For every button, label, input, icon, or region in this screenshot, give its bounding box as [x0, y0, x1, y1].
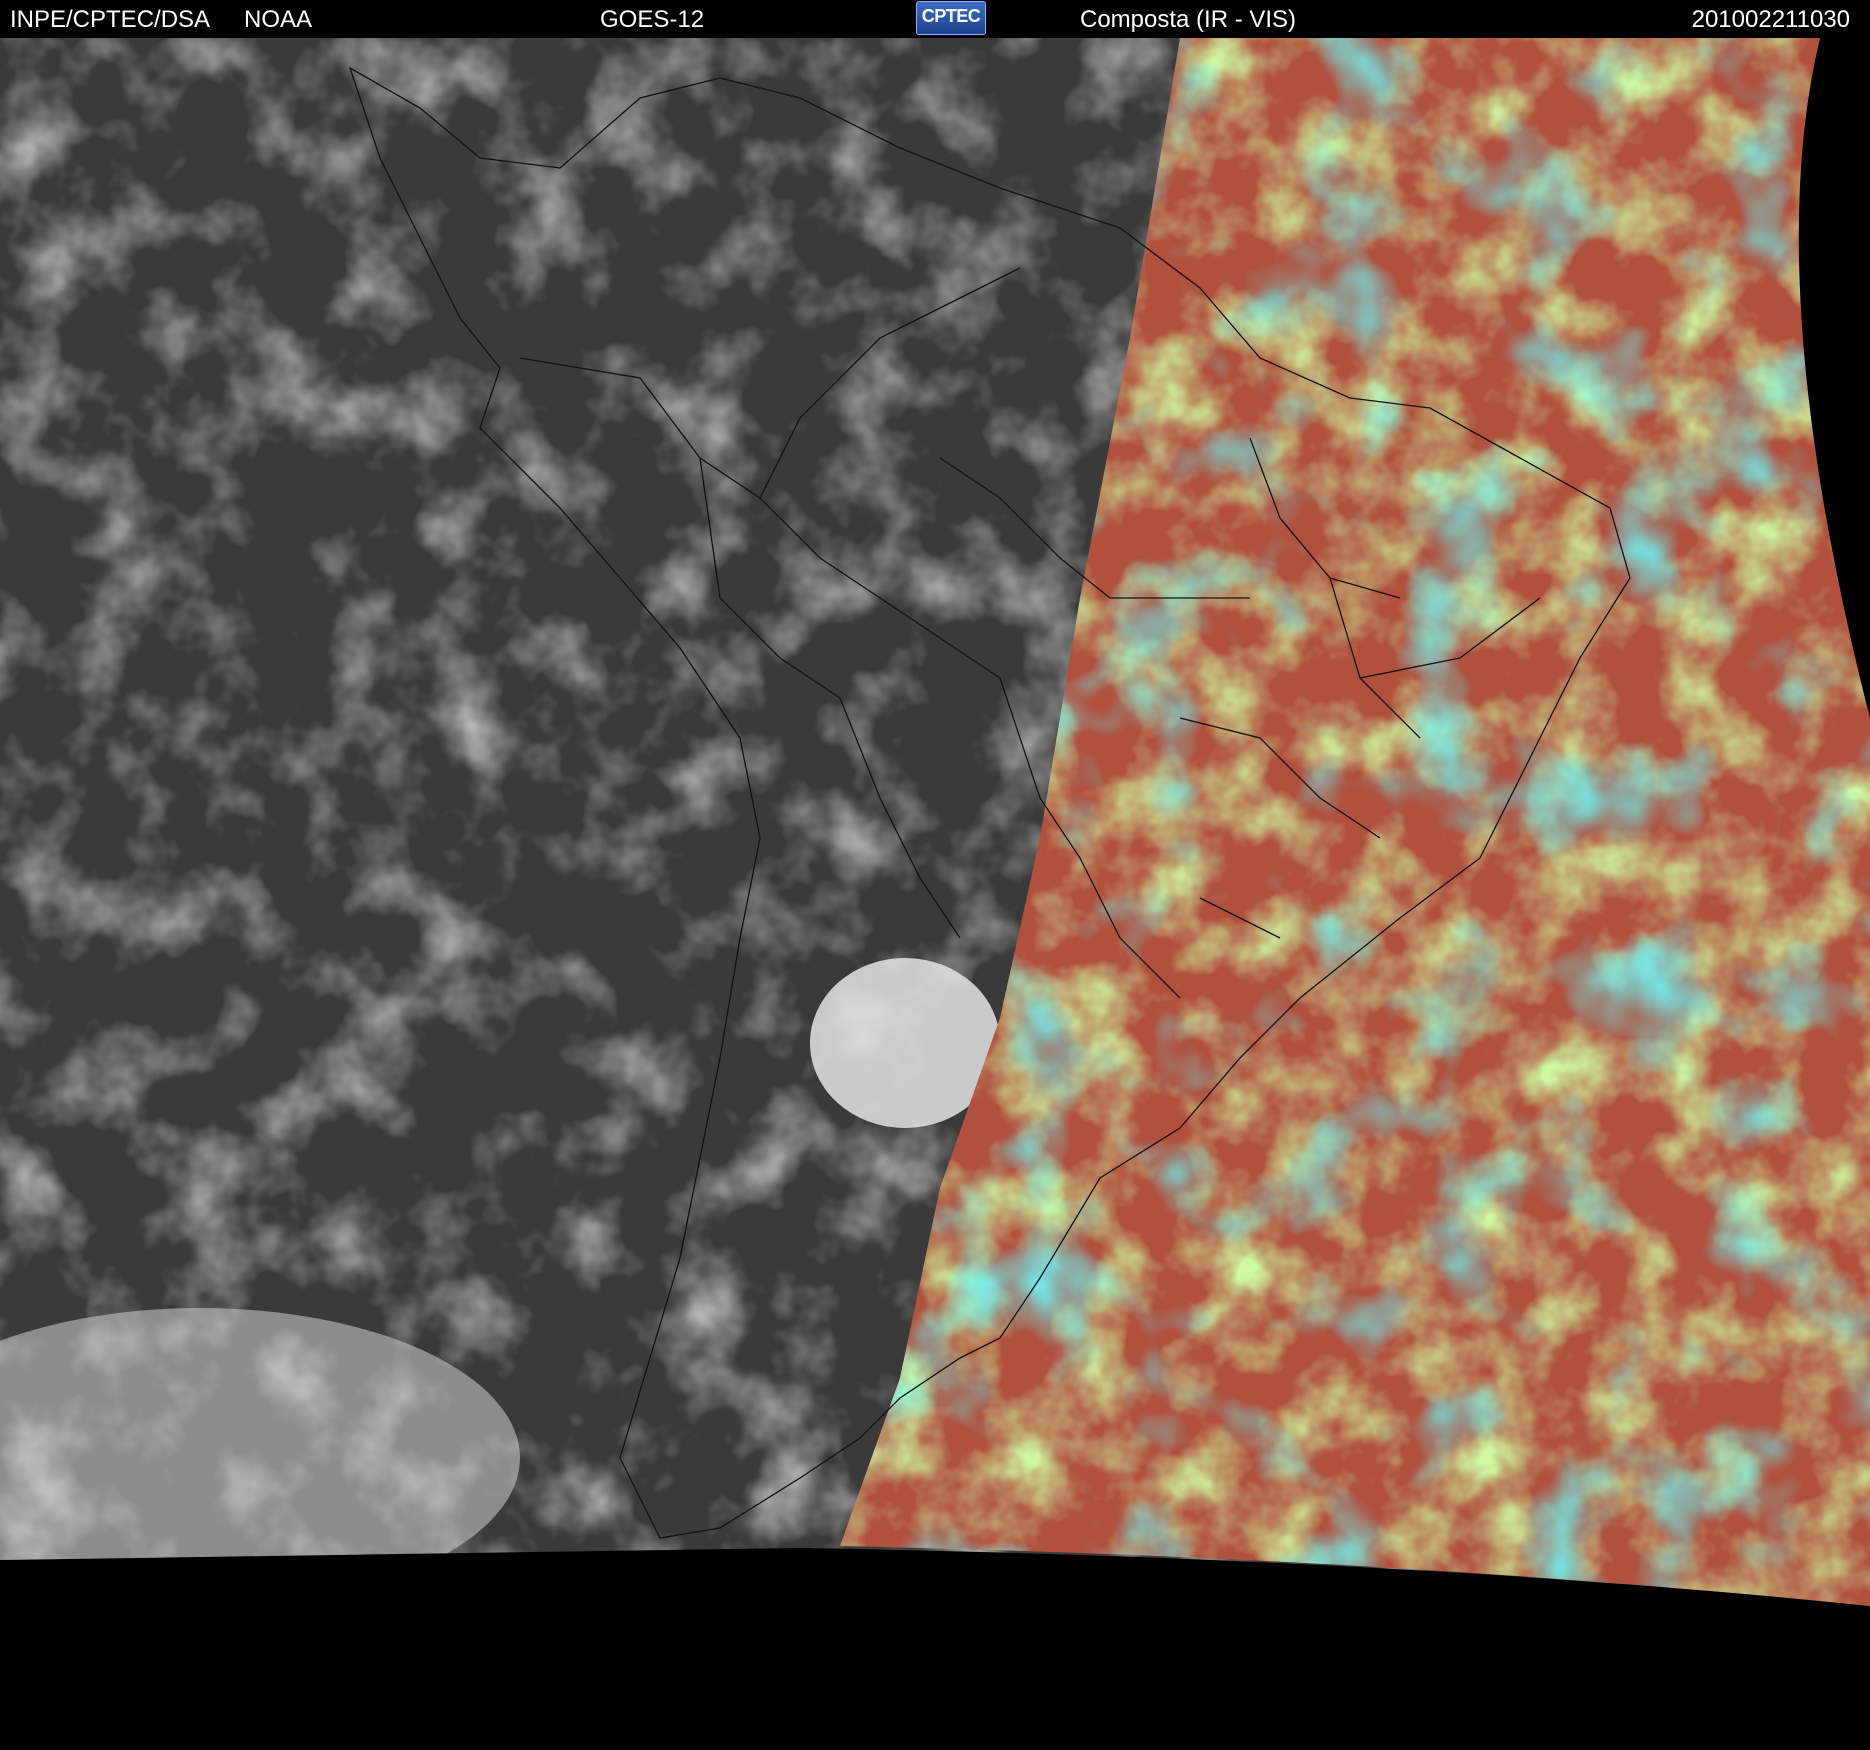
header-agency-label: NOAA [244, 6, 313, 33]
cptec-logo: CPTEC [916, 1, 986, 35]
header-satellite-label: GOES-12 [600, 6, 705, 33]
header-org-label: INPE/CPTEC/DSA [10, 6, 211, 33]
header-bar: INPE/CPTEC/DSA NOAA GOES-12 CPTEC Compos… [0, 0, 1870, 38]
satellite-image [0, 38, 1870, 1606]
cptec-logo-text: CPTEC [921, 6, 981, 26]
header-product-label: Composta (IR - VIS) [1080, 6, 1297, 33]
header-timestamp-label: 201002211030 [1691, 6, 1850, 33]
earth-disk [0, 38, 1870, 1606]
